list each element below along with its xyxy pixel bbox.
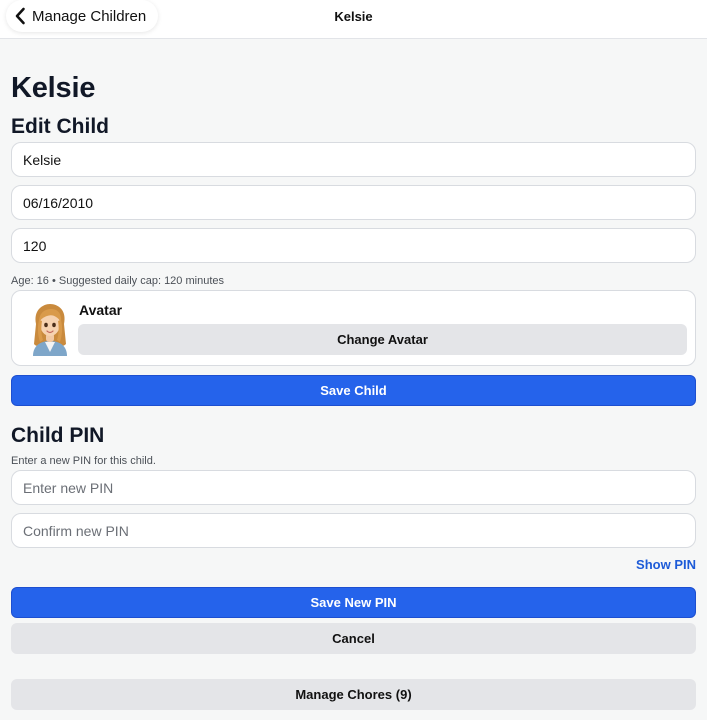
age-hint: Age: 16 • Suggested daily cap: 120 minut… <box>11 275 224 287</box>
edit-child-heading: Edit Child <box>11 115 109 138</box>
save-child-button[interactable]: Save Child <box>11 375 696 406</box>
change-avatar-button[interactable]: Change Avatar <box>78 324 687 355</box>
avatar-label: Avatar <box>79 302 123 318</box>
child-avatar-image <box>27 302 73 356</box>
save-new-pin-button[interactable]: Save New PIN <box>11 587 696 618</box>
name-field[interactable] <box>11 142 696 177</box>
child-pin-heading: Child PIN <box>11 424 105 447</box>
confirm-pin-input[interactable] <box>11 513 696 548</box>
back-button-label: Manage Children <box>32 7 147 25</box>
pin-hint: Enter a new PIN for this child. <box>11 455 156 467</box>
cancel-button[interactable]: Cancel <box>11 623 696 654</box>
new-pin-input[interactable] <box>11 470 696 505</box>
chevron-left-icon <box>14 7 26 25</box>
page-title: Kelsie <box>11 72 96 104</box>
daily-cap-field[interactable] <box>11 228 696 263</box>
avatar-card: Avatar Change Avatar <box>11 290 696 366</box>
birthdate-field[interactable] <box>11 185 696 220</box>
back-button[interactable]: Manage Children <box>6 0 159 32</box>
manage-chores-button[interactable]: Manage Chores (9) <box>11 679 696 710</box>
show-pin-link[interactable]: Show PIN <box>636 557 696 572</box>
navigation-bar: Kelsie Manage Children <box>0 0 707 39</box>
